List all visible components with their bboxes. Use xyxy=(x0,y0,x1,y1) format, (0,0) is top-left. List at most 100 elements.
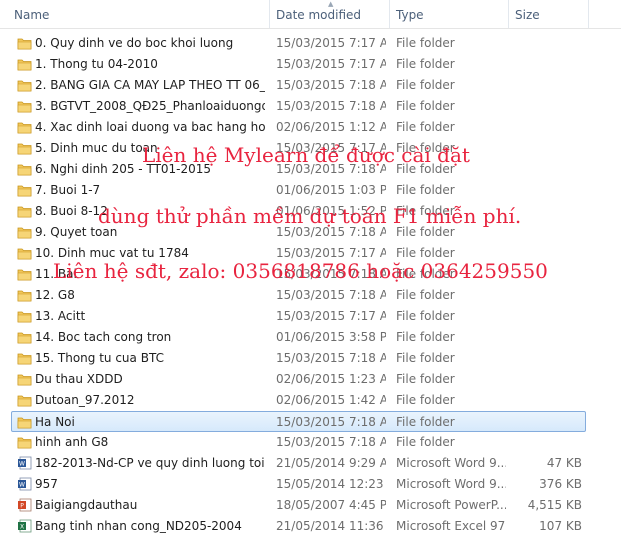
folder-icon xyxy=(17,120,32,134)
column-header-type-label: Type xyxy=(396,8,424,22)
size-cell xyxy=(510,432,582,453)
folder-icon xyxy=(17,267,32,281)
list-item[interactable]: X Bang tinh nhan cong_ND205-2004 21/05/201… xyxy=(0,516,621,537)
type-cell: File folder xyxy=(396,309,455,323)
size-cell xyxy=(522,412,594,433)
name-cell: 3. BGTVT_2008_QĐ25_Phanloaiduongdex... xyxy=(35,99,265,113)
date-cell: 18/05/2007 4:45 PM xyxy=(276,498,386,512)
list-item[interactable]: Dutoan_97.2012 02/06/2015 1:42 AM File fol… xyxy=(0,390,621,411)
type-cell: File folder xyxy=(396,435,455,449)
watermark-line-2: dùng thử phần mềm dự toán F1 miễn phí. xyxy=(98,204,522,228)
size-cell xyxy=(510,138,582,159)
list-item[interactable]: 1. Thong tu 04-2010 15/03/2015 7:17 AM Fil… xyxy=(0,54,621,75)
date-cell: 15/03/2015 7:17 AM xyxy=(276,57,386,71)
name-cell: 1. Thong tu 04-2010 xyxy=(35,57,158,71)
folder-icon xyxy=(17,183,32,197)
watermark-line-3: Liên hệ sđt, zalo: 0356818786 hoặc 03642… xyxy=(53,259,548,283)
list-item[interactable]: 15. Thong tu cua BTC 15/03/2015 7:18 AM Fi… xyxy=(0,348,621,369)
name-cell: 14. Boc tach cong tron xyxy=(35,330,172,344)
name-cell: Du thau XDDD xyxy=(35,372,123,386)
watermark-line-1: Liên hệ Mylearn để được cài đặt xyxy=(142,143,470,167)
type-cell: File folder xyxy=(396,330,455,344)
list-item[interactable]: 13. Acitt 15/03/2015 7:17 AM File folder xyxy=(0,306,621,327)
column-header-type[interactable]: Type xyxy=(390,0,509,28)
type-cell: File folder xyxy=(396,78,455,92)
size-cell xyxy=(510,117,582,138)
name-cell: Ha Noi xyxy=(35,415,75,429)
svg-text:P: P xyxy=(20,503,24,510)
folder-icon xyxy=(17,57,32,71)
list-item[interactable]: Du thau XDDD 02/06/2015 1:23 AM File folde… xyxy=(0,369,621,390)
name-cell: 2. BANG GIA CA MAY LAP THEO TT 06_2... xyxy=(35,78,265,92)
type-cell: File folder xyxy=(396,393,455,407)
list-item[interactable]: 2. BANG GIA CA MAY LAP THEO TT 06_2... 15… xyxy=(0,75,621,96)
date-cell: 01/06/2015 3:58 PM xyxy=(276,330,386,344)
size-cell xyxy=(510,390,582,411)
size-cell: 107 KB xyxy=(539,519,582,533)
size-cell xyxy=(510,348,582,369)
svg-text:W: W xyxy=(19,461,25,468)
list-item[interactable]: 0. Quy dinh ve do boc khoi luong 15/03/20… xyxy=(0,33,621,54)
folder-icon xyxy=(17,351,32,365)
type-cell: File folder xyxy=(396,57,455,71)
folder-icon xyxy=(17,141,32,155)
list-item[interactable]: 12. G8 15/03/2015 7:18 AM File folder xyxy=(0,285,621,306)
size-cell xyxy=(510,369,582,390)
name-cell: 7. Buoi 1-7 xyxy=(35,183,101,197)
folder-icon xyxy=(17,288,32,302)
name-cell: 0. Quy dinh ve do boc khoi luong xyxy=(35,36,234,50)
column-header-name[interactable]: Name xyxy=(0,0,270,28)
svg-text:W: W xyxy=(19,482,25,489)
folder-icon xyxy=(17,78,32,92)
name-cell: 182-2013-Nd-CP ve quy dinh luong toi t..… xyxy=(35,456,265,470)
date-cell: 15/03/2015 7:18 AM xyxy=(276,415,386,429)
type-cell: File folder xyxy=(396,288,455,302)
name-cell: Bang tinh nhan cong_ND205-2004 xyxy=(35,519,242,533)
type-cell: File folder xyxy=(396,351,455,365)
name-cell: hinh anh G8 xyxy=(35,435,109,449)
name-cell: 4. Xac dinh loai duong va bac hang hoa xyxy=(35,120,265,134)
column-header-size[interactable]: Size xyxy=(509,0,589,28)
size-cell xyxy=(510,96,582,117)
list-item-selected[interactable]: Ha Noi 15/03/2015 7:18 AM File folder xyxy=(11,411,586,432)
list-item[interactable]: P Baigiangdauthau 18/05/2007 4:45 PM Micros… xyxy=(0,495,621,516)
size-cell xyxy=(510,180,582,201)
type-cell: File folder xyxy=(396,372,455,386)
date-cell: 15/03/2015 7:18 AM xyxy=(276,435,386,449)
type-cell: File folder xyxy=(396,415,455,429)
folder-icon xyxy=(17,330,32,344)
sort-ascending-icon: ▲ xyxy=(328,0,334,8)
size-cell xyxy=(510,159,582,180)
list-item[interactable]: hinh anh G8 15/03/2015 7:18 AM File folder xyxy=(0,432,621,453)
svg-text:X: X xyxy=(20,524,24,531)
folder-icon xyxy=(17,372,32,386)
column-header-date[interactable]: ▲ Date modified xyxy=(270,0,390,28)
list-item[interactable]: 3. BGTVT_2008_QĐ25_Phanloaiduongdex... 15… xyxy=(0,96,621,117)
word-doc-icon: W xyxy=(17,477,32,491)
list-item[interactable]: W 957 15/05/2014 12:23 ... Microsoft Word 9… xyxy=(0,474,621,495)
size-cell xyxy=(510,54,582,75)
date-cell: 01/06/2015 1:03 PM xyxy=(276,183,386,197)
excel-icon: X xyxy=(17,519,32,533)
list-item[interactable]: 7. Buoi 1-7 01/06/2015 1:03 PM File folder xyxy=(0,180,621,201)
column-header-date-label: Date modified xyxy=(276,8,362,22)
column-header-name-label: Name xyxy=(14,8,50,22)
folder-icon xyxy=(17,309,32,323)
date-cell: 21/05/2014 11:36 ... xyxy=(276,519,386,533)
date-cell: 21/05/2014 9:29 AM xyxy=(276,456,386,470)
type-cell: Microsoft Word 9... xyxy=(396,456,506,470)
size-cell xyxy=(510,75,582,96)
date-cell: 02/06/2015 1:23 AM xyxy=(276,372,386,386)
column-header-size-label: Size xyxy=(515,8,540,22)
size-cell xyxy=(510,327,582,348)
list-item[interactable]: 4. Xac dinh loai duong va bac hang hoa 02… xyxy=(0,117,621,138)
date-cell: 15/03/2015 7:17 AM xyxy=(276,36,386,50)
folder-icon xyxy=(17,99,32,113)
folder-icon xyxy=(17,225,32,239)
type-cell: Microsoft Word 9... xyxy=(396,477,506,491)
name-cell: Baigiangdauthau xyxy=(35,498,138,512)
list-item[interactable]: 14. Boc tach cong tron 01/06/2015 3:58 PM… xyxy=(0,327,621,348)
list-item[interactable]: W 182-2013-Nd-CP ve quy dinh luong toi t.… xyxy=(0,453,621,474)
word-doc-icon: W xyxy=(17,456,32,470)
folder-icon xyxy=(17,36,32,50)
